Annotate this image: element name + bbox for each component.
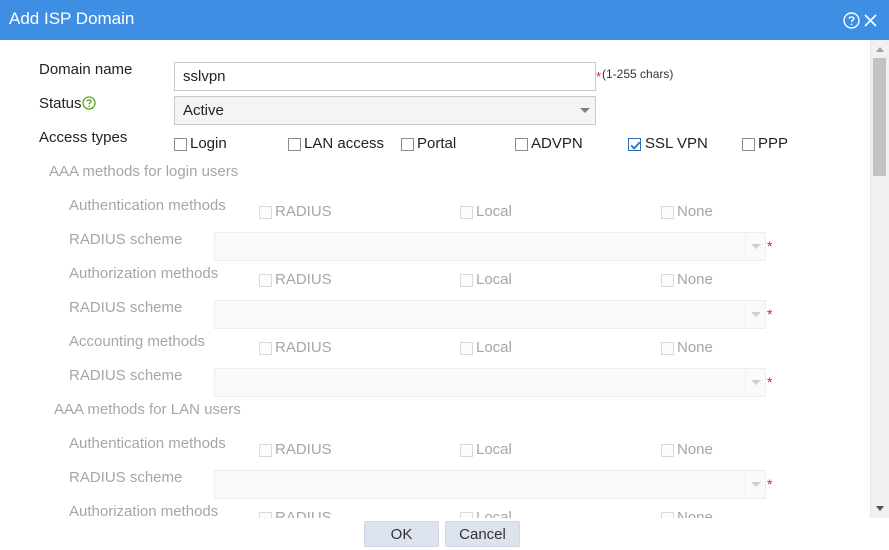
access-type-login-checkbox[interactable] [174,138,187,151]
status-select[interactable]: Active [174,96,596,125]
login-radius-scheme-3-select[interactable] [214,368,766,397]
scroll-down-arrow-icon[interactable] [876,506,884,511]
help-circle-icon[interactable] [843,12,860,29]
login-authz-none-label: None [677,271,713,288]
login-radius-scheme-1-label: RADIUS scheme [69,231,183,248]
lan-auth-none-checkbox[interactable] [661,444,674,457]
access-type-ppp-label: PPP [758,135,789,152]
login-section-title: AAA methods for login users [49,163,239,180]
dialog-footer: OK Cancel [0,518,889,550]
access-type-advpn-label: ADVPN [531,135,583,152]
access-type-portal-label: Portal [417,135,457,152]
close-icon[interactable] [862,12,879,29]
lan-radius-scheme-1-required: * [767,476,773,492]
lan-auth-none-label: None [677,441,713,458]
chevron-down-icon[interactable] [745,301,765,328]
access-type-ssl-vpn-label: SSL VPN [645,135,708,152]
lan-auth-local-checkbox[interactable] [460,444,473,457]
domain-name-required-mark: * [596,69,602,84]
scroll-up-arrow-icon[interactable] [876,47,884,52]
login-authz-radius-checkbox[interactable] [259,274,272,287]
lan-authorization-label: Authorization methods [69,503,219,518]
chevron-down-icon[interactable] [745,233,765,260]
login-acct-local-checkbox[interactable] [460,342,473,355]
access-type-ppp-checkbox[interactable] [742,138,755,151]
login-authorization-label: Authorization methods [69,265,219,282]
login-radius-scheme-3-required: * [767,374,773,390]
lan-authz-none-label: None [677,509,713,518]
ok-button[interactable]: OK [364,521,439,547]
login-authz-radius-label: RADIUS [275,271,332,288]
login-authz-local-label: Local [476,271,512,288]
access-type-lan-access-label: LAN access [304,135,385,152]
lan-radius-scheme-1-select[interactable] [214,470,766,499]
access-type-lan-access-checkbox[interactable] [288,138,301,151]
login-auth-radius-checkbox[interactable] [259,206,272,219]
domain-name-hint: (1-255 chars) [602,67,674,81]
login-auth-none-checkbox[interactable] [661,206,674,219]
cancel-button[interactable]: Cancel [445,521,520,547]
login-auth-local-checkbox[interactable] [460,206,473,219]
lan-auth-local-label: Local [476,441,512,458]
access-types-label: Access types [39,129,128,146]
status-select-value: Active [183,102,224,119]
lan-auth-radius-label: RADIUS [275,441,332,458]
login-authz-local-checkbox[interactable] [460,274,473,287]
scrollbar-thumb[interactable] [873,58,886,176]
login-acct-none-checkbox[interactable] [661,342,674,355]
login-auth-radius-label: RADIUS [275,203,332,220]
chevron-down-icon[interactable] [745,471,765,498]
login-radius-scheme-2-required: * [767,306,773,322]
vertical-scrollbar[interactable] [870,40,889,518]
chevron-down-icon[interactable] [575,97,595,124]
lan-authz-local-label: Local [476,509,512,518]
access-type-portal-checkbox[interactable] [401,138,414,151]
login-radius-scheme-2-label: RADIUS scheme [69,299,183,316]
login-accounting-label: Accounting methods [69,333,205,350]
login-radius-scheme-1-select[interactable] [214,232,766,261]
dialog-content: Domain name sslvpn * (1-255 chars) Statu… [0,40,870,518]
status-label: Status [39,95,82,112]
access-type-ssl-vpn-checkbox[interactable] [628,138,641,151]
login-radius-scheme-2-select[interactable] [214,300,766,329]
login-acct-radius-label: RADIUS [275,339,332,356]
lan-radius-scheme-1-label: RADIUS scheme [69,469,183,486]
access-type-login-label: Login [190,135,227,152]
checkmark-icon [630,141,641,150]
login-authentication-label: Authentication methods [69,197,226,214]
login-acct-none-label: None [677,339,713,356]
lan-section-title: AAA methods for LAN users [54,401,241,418]
lan-auth-radius-checkbox[interactable] [259,444,272,457]
login-radius-scheme-1-required: * [767,238,773,254]
access-type-advpn-checkbox[interactable] [515,138,528,151]
login-radius-scheme-3-label: RADIUS scheme [69,367,183,384]
login-authz-none-checkbox[interactable] [661,274,674,287]
login-auth-none-label: None [677,203,713,220]
domain-name-label: Domain name [39,61,133,78]
chevron-down-icon[interactable] [745,369,765,396]
dialog-titlebar: Add ISP Domain [0,0,889,40]
lan-authz-radius-label: RADIUS [275,509,332,518]
question-circle-icon[interactable] [82,96,96,110]
dialog-title: Add ISP Domain [9,9,135,28]
lan-authentication-label: Authentication methods [69,435,226,452]
login-acct-radius-checkbox[interactable] [259,342,272,355]
login-auth-local-label: Local [476,203,512,220]
domain-name-input[interactable]: sslvpn [174,62,596,91]
login-acct-local-label: Local [476,339,512,356]
